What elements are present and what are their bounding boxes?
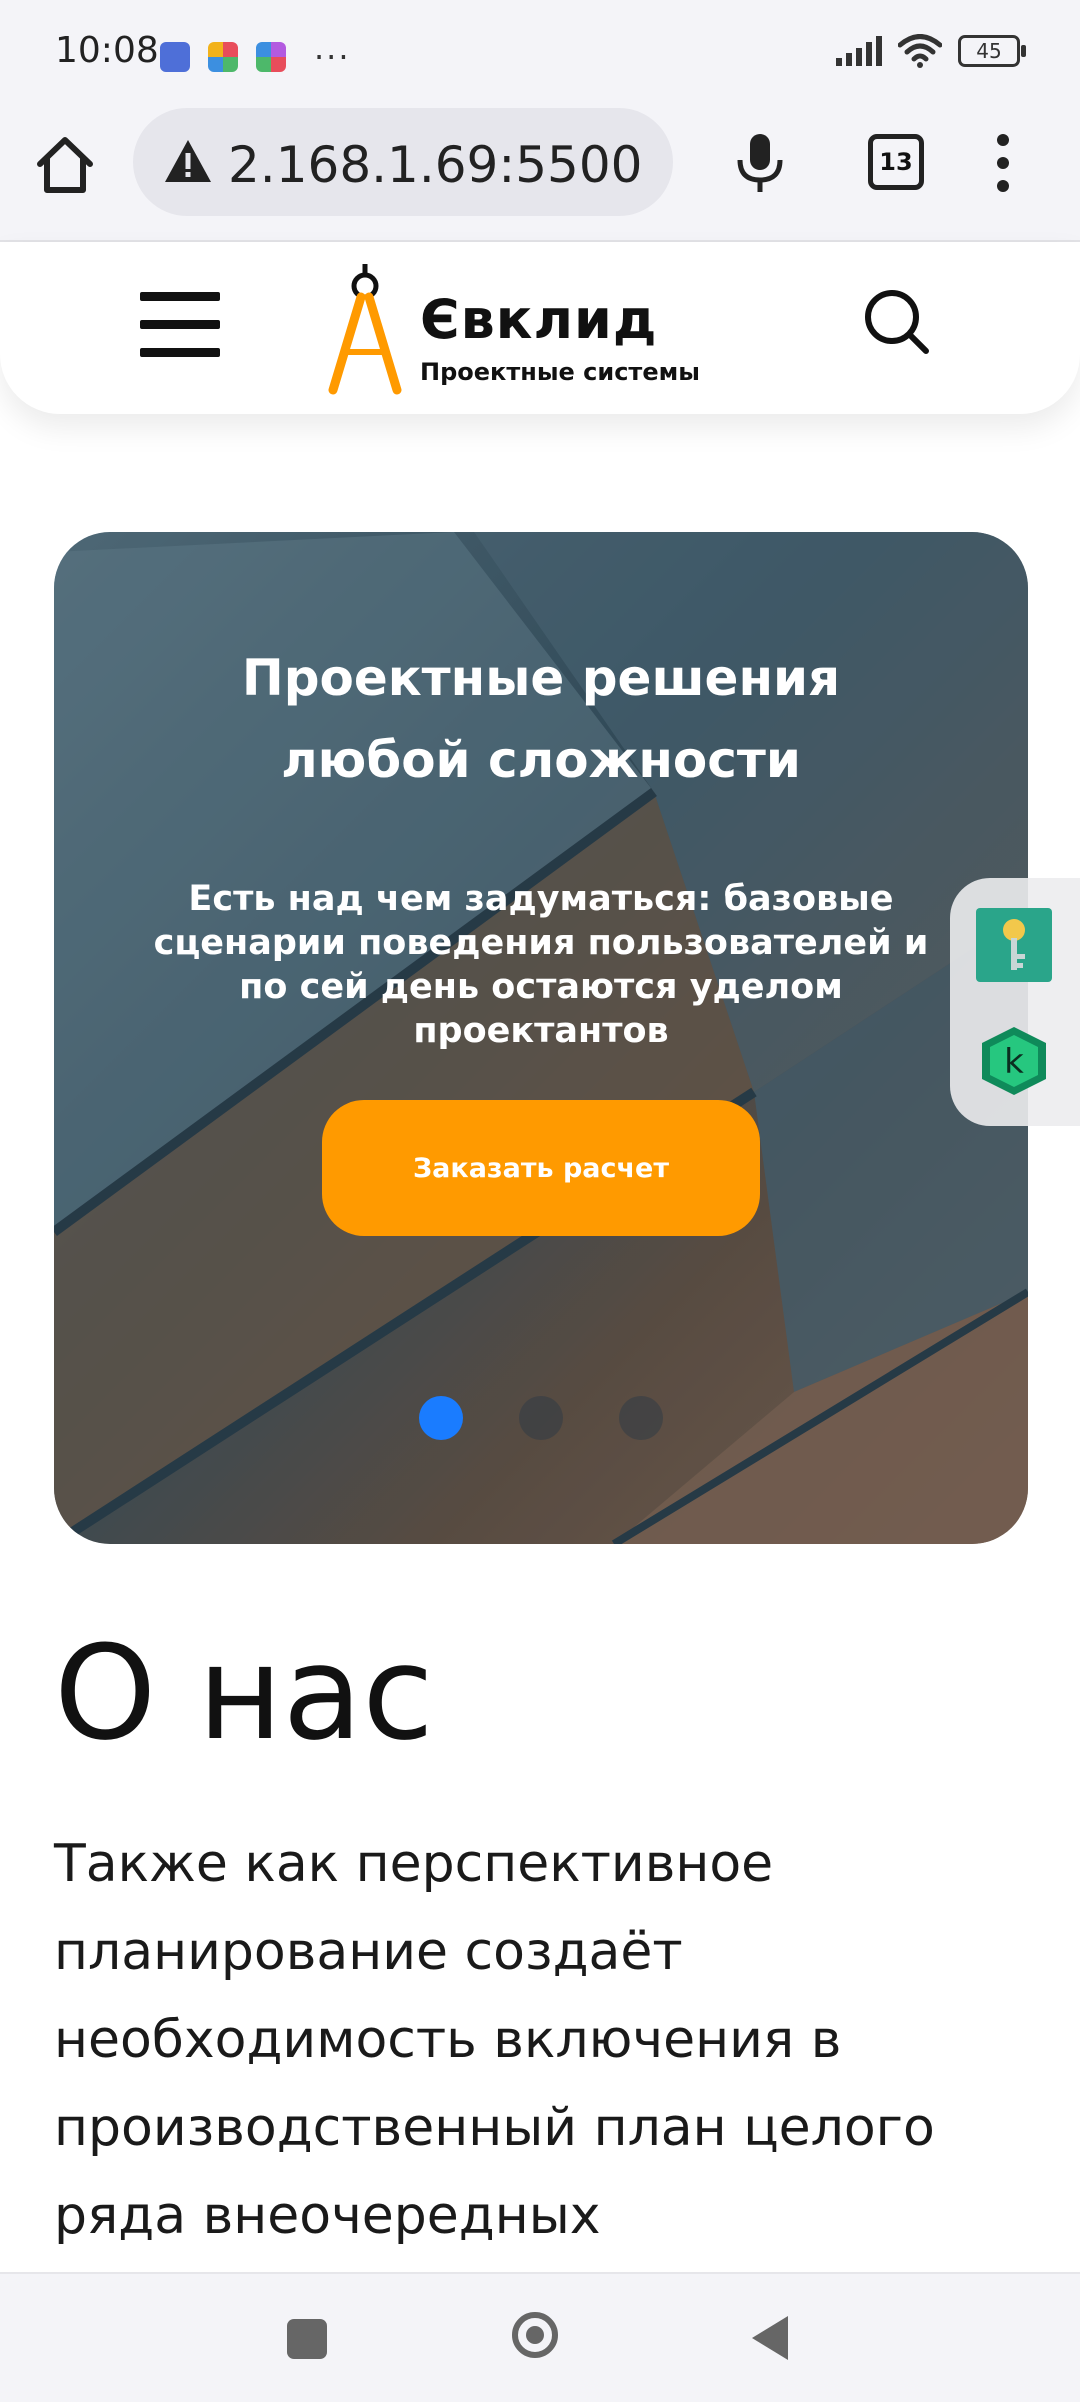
recent-apps-icon[interactable] [287, 2319, 327, 2359]
slider-dot-active[interactable] [419, 1396, 463, 1440]
logo-subtitle: Проектные системы [420, 358, 700, 386]
signal-icon [836, 36, 882, 66]
warning-icon[interactable] [163, 138, 213, 184]
kaspersky-icon[interactable]: k [976, 1023, 1052, 1099]
address-bar[interactable]: 2.168.1.69:5500 [133, 108, 673, 216]
hero-title: Проектные решения любой сложности [54, 637, 1028, 801]
app-notification-icon [208, 42, 238, 72]
tabs-count-button[interactable]: 13 [868, 134, 924, 190]
app-notification-icon [256, 42, 286, 72]
slider-dot[interactable] [519, 1396, 563, 1440]
compass-logo-icon [328, 264, 402, 395]
search-icon[interactable] [862, 287, 932, 359]
about-heading: О нас [54, 1617, 434, 1769]
status-bar: 10:08 ··· 45 [0, 0, 1080, 100]
home-circle-icon[interactable] [512, 2312, 558, 2358]
hero-title-line: Проектные решения [241, 649, 841, 707]
order-calculation-button[interactable]: Заказать расчет [322, 1100, 760, 1236]
mail-notification-icon [160, 42, 190, 72]
hero-description: Есть над чем задуматься: базовые сценари… [153, 879, 929, 1051]
slider-dot[interactable] [619, 1396, 663, 1440]
about-text: Также как перспективное планирование соз… [54, 1834, 935, 2246]
status-time: 10:08 [55, 30, 159, 71]
hero-slider[interactable]: Проектные решения любой сложности Есть н… [54, 532, 1028, 1544]
wifi-icon [898, 34, 942, 68]
url-text[interactable]: 2.168.1.69:5500 [228, 136, 642, 194]
browser-menu-icon[interactable] [990, 130, 1016, 196]
hero-title-line: любой сложности [281, 731, 801, 789]
system-navigation-bar [0, 2272, 1080, 2402]
svg-text:k: k [1004, 1042, 1024, 1082]
battery-icon: 45 [958, 35, 1026, 67]
system-icons: 45 [836, 34, 1026, 68]
site-logo[interactable]: Євклид Проектные системы [325, 260, 755, 400]
browser-toolbar: 2.168.1.69:5500 13 [0, 100, 1080, 242]
back-triangle-icon[interactable] [752, 2316, 788, 2360]
slider-pagination [419, 1396, 663, 1440]
microphone-icon[interactable] [730, 130, 790, 196]
notification-icons: ··· [160, 38, 351, 76]
more-notifications-indicator: ··· [314, 38, 351, 76]
floating-extension-panel: k [950, 878, 1080, 1126]
logo-title: Євклид [420, 288, 658, 351]
site-header: Євклид Проектные системы [0, 242, 1080, 414]
password-manager-key-icon[interactable] [976, 908, 1052, 982]
home-icon[interactable] [30, 130, 100, 200]
hamburger-menu-icon[interactable] [140, 292, 220, 357]
